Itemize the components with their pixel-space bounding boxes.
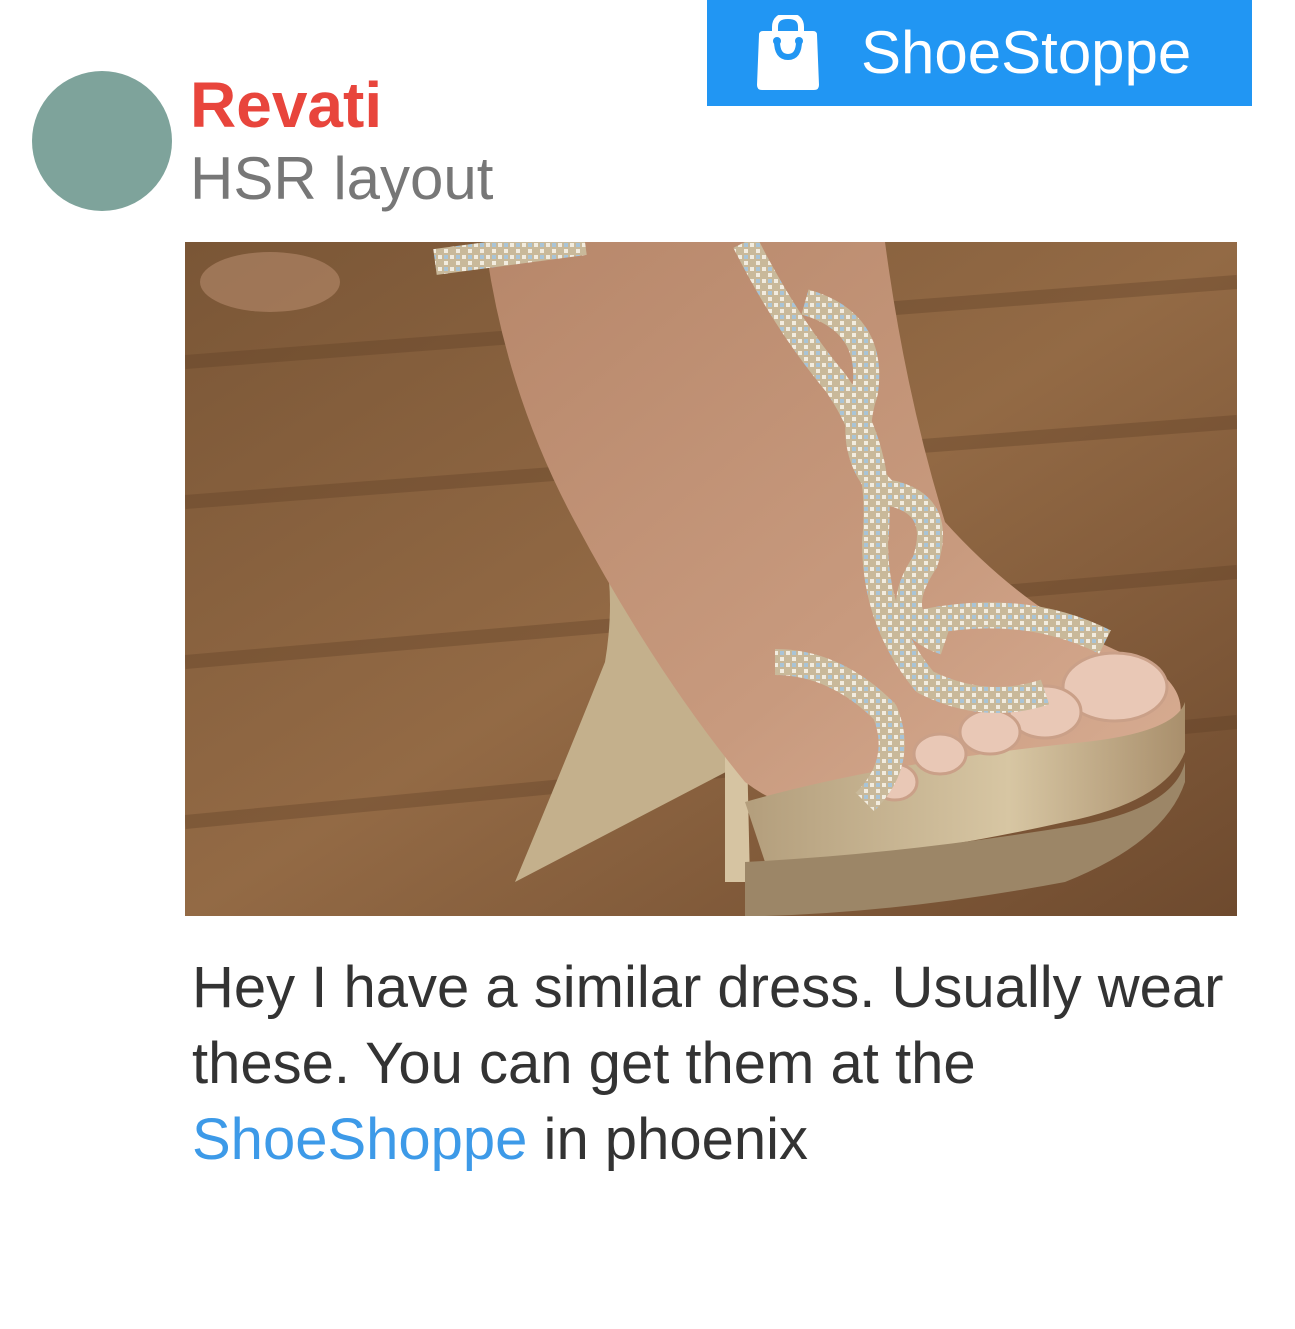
avatar[interactable]	[32, 71, 172, 211]
shopping-bag-icon	[757, 15, 819, 90]
shop-name-label: ShoeStoppe	[861, 19, 1192, 86]
user-name[interactable]: Revati	[190, 70, 382, 141]
user-location: HSR layout	[190, 145, 494, 212]
post-photo[interactable]	[185, 242, 1237, 916]
post-message: Hey I have a similar dress. Usually wear…	[192, 950, 1252, 1178]
post-message-text: Hey I have a similar dress. Usually wear…	[192, 955, 1224, 1096]
shop-link[interactable]: ShoeShoppe	[192, 1107, 527, 1172]
post-message-text-end: in phoenix	[527, 1107, 808, 1172]
shop-badge-button[interactable]: ShoeStoppe	[707, 0, 1252, 106]
